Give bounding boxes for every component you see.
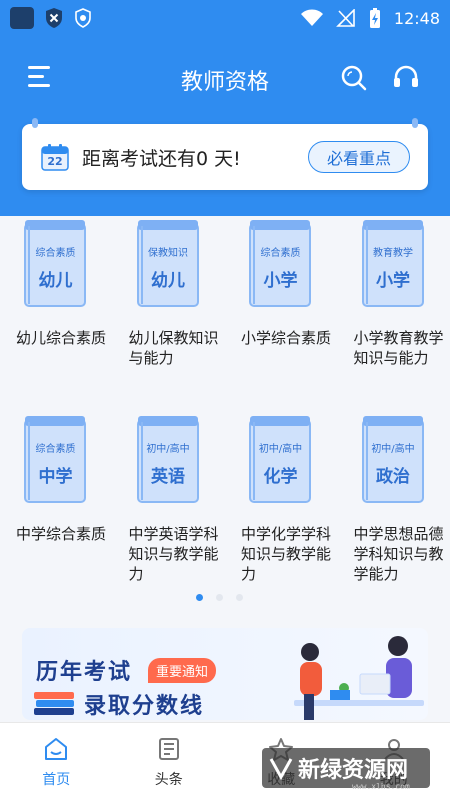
book-title: 小学 (263, 271, 298, 291)
subject-item[interactable]: 综合素质 中学 中学综合素质 (0, 412, 113, 608)
subject-name: 中学化学学科知识与教学能力 (241, 525, 332, 583)
book-icon (24, 416, 86, 503)
headset-icon[interactable] (392, 64, 420, 92)
book-title: 幼儿 (38, 271, 73, 291)
promo-banner[interactable]: 历年考试 重要通知 录取分数线 (22, 628, 428, 720)
subject-name: 幼儿保教知识与能力 (128, 329, 219, 367)
watermark-logo-icon (269, 758, 293, 781)
book-icon (136, 416, 199, 503)
nav-news[interactable]: 头条 (113, 723, 226, 800)
page-title: 教师资格 (180, 70, 269, 95)
status-bar: 12:48 (0, 0, 450, 36)
subject-name: 小学综合素质 (241, 329, 332, 347)
watermark-text: 新绿资源网 (298, 758, 409, 783)
app-notification-icon (10, 7, 34, 29)
books-stack-icon (34, 692, 74, 715)
banner-line1: 历年考试 (36, 660, 133, 685)
meeting-illustration (294, 636, 424, 720)
subject-item[interactable]: 初中/高中 化学 中学化学学科知识与教学能力 (225, 412, 338, 608)
carousel-pager (196, 594, 243, 601)
book-subtitle: 初中/高中 (146, 444, 190, 455)
subject-name: 中学思想品德学科知识与教学能力 (353, 525, 444, 583)
watermark-url: www.xlhs.com (352, 782, 410, 791)
book-subtitle: 初中/高中 (258, 444, 303, 455)
book-icon (249, 220, 311, 307)
book-subtitle: 保教知识 (148, 248, 188, 259)
clock: 12:48 (393, 8, 440, 28)
book-icon (136, 220, 199, 307)
subject-name: 幼儿综合素质 (16, 329, 107, 347)
subject-item[interactable]: 初中/高中 英语 中学英语学科知识与教学能力 (113, 412, 226, 608)
book-icon (249, 416, 311, 503)
security-shield-icon (75, 8, 91, 28)
countdown-card: 22 距离考试还有0 天! 必看重点 (22, 118, 428, 190)
calendar-icon: 22 (40, 142, 70, 172)
no-signal-icon (335, 9, 355, 27)
book-subtitle: 综合素质 (35, 248, 76, 259)
book-subtitle: 综合素质 (35, 444, 76, 455)
must-see-button[interactable]: 必看重点 (308, 141, 410, 173)
news-icon (158, 738, 179, 760)
pager-dot[interactable] (236, 594, 243, 601)
wifi-icon (300, 9, 323, 26)
subject-item[interactable]: 初中/高中 政治 中学思想品德学科知识与教学能力 (338, 412, 450, 608)
nav-home-label: 首页 (42, 772, 71, 788)
subject-item[interactable]: 教育教学 小学 小学教育教学知识与能力 (338, 216, 450, 412)
countdown-text: 距离考试还有0 天! (82, 147, 241, 170)
subject-name: 中学英语学科知识与教学能力 (128, 525, 219, 583)
nav-news-label: 头条 (154, 772, 183, 788)
subject-name: 中学综合素质 (16, 525, 107, 543)
book-title: 化学 (263, 467, 298, 487)
pager-dot-active[interactable] (196, 594, 203, 601)
book-title: 小学 (376, 271, 410, 291)
shield-x-icon (46, 8, 62, 28)
banner-badge: 重要通知 (148, 658, 217, 683)
book-title: 中学 (38, 467, 73, 487)
book-title: 英语 (151, 467, 185, 487)
subject-item[interactable]: 综合素质 幼儿 幼儿综合素质 (0, 216, 113, 412)
search-icon[interactable] (340, 64, 368, 92)
nav-home[interactable]: 首页 (0, 723, 113, 800)
book-icon (361, 416, 424, 503)
book-title: 幼儿 (151, 271, 185, 291)
home-icon (45, 738, 68, 760)
calendar-day: 22 (47, 155, 63, 168)
book-subtitle: 综合素质 (260, 248, 301, 259)
subject-name: 小学教育教学知识与能力 (353, 329, 444, 367)
subject-grid: 综合素质 幼儿 幼儿综合素质 保教知识 幼儿 幼儿保教知识与能力 综合素质 小学… (0, 216, 450, 608)
subject-item[interactable]: 综合素质 小学 小学综合素质 (225, 216, 338, 412)
book-icon (361, 220, 424, 307)
battery-charging-icon (369, 8, 380, 28)
header: 教师资格 22 距离考试还有0 天! 必看重点 (0, 36, 450, 216)
book-subtitle: 教育教学 (373, 248, 413, 259)
subject-item[interactable]: 保教知识 幼儿 幼儿保教知识与能力 (113, 216, 226, 412)
book-icon (24, 220, 86, 307)
banner-line2: 录取分数线 (84, 694, 205, 719)
top-nav: 教师资格 (0, 58, 450, 98)
book-title: 政治 (376, 467, 410, 487)
book-subtitle: 初中/高中 (371, 444, 415, 455)
pager-dot[interactable] (216, 594, 223, 601)
